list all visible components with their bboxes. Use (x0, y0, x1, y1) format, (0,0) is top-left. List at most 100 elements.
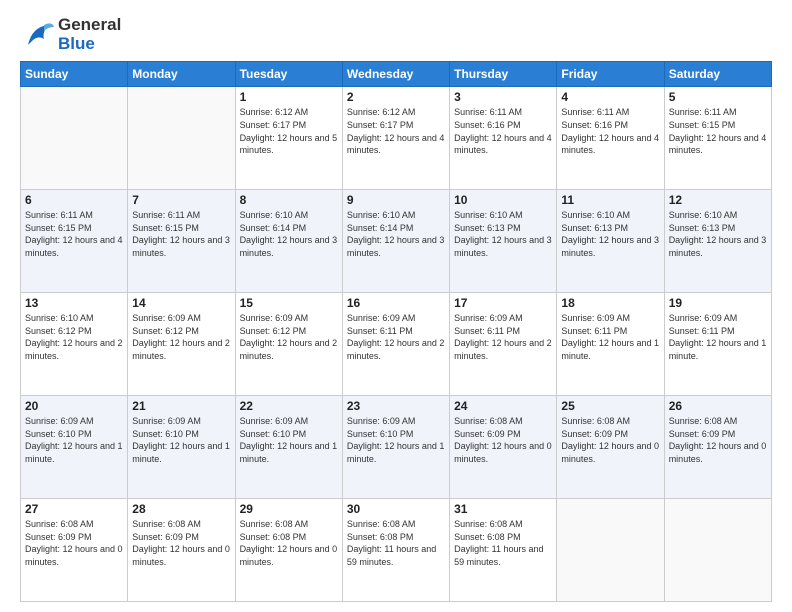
calendar-cell: 1Sunrise: 6:12 AMSunset: 6:17 PMDaylight… (235, 87, 342, 190)
day-info: Sunrise: 6:10 AMSunset: 6:14 PMDaylight:… (347, 209, 445, 259)
day-info: Sunrise: 6:09 AMSunset: 6:10 PMDaylight:… (25, 415, 123, 465)
day-number: 22 (240, 399, 338, 413)
calendar-cell: 22 Sunrise: 6:09 AMSunset: 6:10 PMDayligh… (235, 396, 342, 499)
calendar-cell: 18 Sunrise: 6:09 AMSunset: 6:11 PMDayligh… (557, 293, 664, 396)
calendar-cell: 12 Sunrise: 6:10 AMSunset: 6:13 PMDayligh… (664, 190, 771, 293)
day-info: Sunrise: 6:10 AMSunset: 6:13 PMDaylight:… (561, 209, 659, 259)
day-info: Sunrise: 6:09 AMSunset: 6:11 PMDaylight:… (347, 312, 445, 362)
day-info: Sunrise: 6:11 AMSunset: 6:15 PMDaylight:… (669, 106, 767, 156)
day-info: Sunrise: 6:11 AMSunset: 6:15 PMDaylight:… (132, 209, 230, 259)
day-info: Sunrise: 6:10 AMSunset: 6:12 PMDaylight:… (25, 312, 123, 362)
day-number: 5 (669, 90, 767, 104)
calendar-cell: 4 Sunrise: 6:11 AMSunset: 6:16 PMDaylight… (557, 87, 664, 190)
calendar-cell (557, 499, 664, 602)
calendar-cell: 14 Sunrise: 6:09 AMSunset: 6:12 PMDayligh… (128, 293, 235, 396)
week-row-1: 1Sunrise: 6:12 AMSunset: 6:17 PMDaylight… (21, 87, 772, 190)
day-info: Sunrise: 6:08 AMSunset: 6:09 PMDaylight:… (132, 518, 230, 568)
calendar-cell: 3 Sunrise: 6:11 AMSunset: 6:16 PMDaylight… (450, 87, 557, 190)
calendar-cell: 29Sunrise: 6:08 AMSunset: 6:08 PMDayligh… (235, 499, 342, 602)
day-number: 21 (132, 399, 230, 413)
calendar-cell: 8 Sunrise: 6:10 AMSunset: 6:14 PMDaylight… (235, 190, 342, 293)
calendar-cell: 15 Sunrise: 6:09 AMSunset: 6:12 PMDayligh… (235, 293, 342, 396)
day-number: 12 (669, 193, 767, 207)
logo-general-text: General (58, 16, 121, 35)
day-number: 30 (347, 502, 445, 516)
day-info: Sunrise: 6:09 AMSunset: 6:12 PMDaylight:… (132, 312, 230, 362)
calendar-cell (664, 499, 771, 602)
day-number: 20 (25, 399, 123, 413)
weekday-header-wednesday: Wednesday (342, 62, 449, 87)
calendar-cell: 28 Sunrise: 6:08 AMSunset: 6:09 PMDayligh… (128, 499, 235, 602)
day-info: Sunrise: 6:11 AMSunset: 6:15 PMDaylight:… (25, 209, 123, 259)
calendar-cell: 20 Sunrise: 6:09 AMSunset: 6:10 PMDayligh… (21, 396, 128, 499)
day-info: Sunrise: 6:09 AMSunset: 6:10 PMDaylight:… (347, 415, 445, 465)
day-info: Sunrise: 6:09 AMSunset: 6:12 PMDaylight:… (240, 312, 338, 362)
day-number: 25 (561, 399, 659, 413)
calendar-cell: 17 Sunrise: 6:09 AMSunset: 6:11 PMDayligh… (450, 293, 557, 396)
logo-bird-icon (20, 17, 56, 53)
weekday-header-thursday: Thursday (450, 62, 557, 87)
calendar-cell: 10Sunrise: 6:10 AMSunset: 6:13 PMDayligh… (450, 190, 557, 293)
calendar-cell: 2Sunrise: 6:12 AMSunset: 6:17 PMDaylight… (342, 87, 449, 190)
day-number: 19 (669, 296, 767, 310)
week-row-2: 6Sunrise: 6:11 AMSunset: 6:15 PMDaylight… (21, 190, 772, 293)
weekday-header-sunday: Sunday (21, 62, 128, 87)
day-info: Sunrise: 6:10 AMSunset: 6:13 PMDaylight:… (669, 209, 767, 259)
week-row-3: 13 Sunrise: 6:10 AMSunset: 6:12 PMDayligh… (21, 293, 772, 396)
day-number: 11 (561, 193, 659, 207)
calendar-cell: 30Sunrise: 6:08 AMSunset: 6:08 PMDayligh… (342, 499, 449, 602)
day-number: 23 (347, 399, 445, 413)
day-number: 13 (25, 296, 123, 310)
day-number: 7 (132, 193, 230, 207)
day-info: Sunrise: 6:08 AMSunset: 6:09 PMDaylight:… (561, 415, 659, 465)
day-info: Sunrise: 6:08 AMSunset: 6:08 PMDaylight:… (454, 518, 552, 568)
calendar-cell: 24Sunrise: 6:08 AMSunset: 6:09 PMDayligh… (450, 396, 557, 499)
calendar-cell: 25 Sunrise: 6:08 AMSunset: 6:09 PMDayligh… (557, 396, 664, 499)
day-info: Sunrise: 6:09 AMSunset: 6:11 PMDaylight:… (454, 312, 552, 362)
day-number: 29 (240, 502, 338, 516)
day-number: 31 (454, 502, 552, 516)
day-number: 15 (240, 296, 338, 310)
day-number: 17 (454, 296, 552, 310)
day-number: 4 (561, 90, 659, 104)
day-number: 14 (132, 296, 230, 310)
weekday-header-tuesday: Tuesday (235, 62, 342, 87)
day-number: 27 (25, 502, 123, 516)
header: General Blue (20, 16, 772, 53)
calendar-cell (21, 87, 128, 190)
day-number: 3 (454, 90, 552, 104)
day-number: 28 (132, 502, 230, 516)
day-info: Sunrise: 6:11 AMSunset: 6:16 PMDaylight:… (454, 106, 552, 156)
calendar-cell: 6Sunrise: 6:11 AMSunset: 6:15 PMDaylight… (21, 190, 128, 293)
day-info: Sunrise: 6:09 AMSunset: 6:10 PMDaylight:… (132, 415, 230, 465)
day-number: 10 (454, 193, 552, 207)
weekday-header-saturday: Saturday (664, 62, 771, 87)
day-number: 26 (669, 399, 767, 413)
calendar-cell: 19 Sunrise: 6:09 AMSunset: 6:11 PMDayligh… (664, 293, 771, 396)
day-number: 9 (347, 193, 445, 207)
day-info: Sunrise: 6:08 AMSunset: 6:09 PMDaylight:… (25, 518, 123, 568)
day-info: Sunrise: 6:10 AMSunset: 6:14 PMDaylight:… (240, 209, 338, 259)
calendar-cell: 31 Sunrise: 6:08 AMSunset: 6:08 PMDayligh… (450, 499, 557, 602)
day-info: Sunrise: 6:09 AMSunset: 6:11 PMDaylight:… (561, 312, 659, 362)
day-info: Sunrise: 6:09 AMSunset: 6:10 PMDaylight:… (240, 415, 338, 465)
day-info: Sunrise: 6:11 AMSunset: 6:16 PMDaylight:… (561, 106, 659, 156)
calendar-cell: 7 Sunrise: 6:11 AMSunset: 6:15 PMDaylight… (128, 190, 235, 293)
day-number: 2 (347, 90, 445, 104)
calendar-cell: 11 Sunrise: 6:10 AMSunset: 6:13 PMDayligh… (557, 190, 664, 293)
calendar-cell: 23 Sunrise: 6:09 AMSunset: 6:10 PMDayligh… (342, 396, 449, 499)
calendar-cell: 16 Sunrise: 6:09 AMSunset: 6:11 PMDayligh… (342, 293, 449, 396)
calendar-cell: 27 Sunrise: 6:08 AMSunset: 6:09 PMDayligh… (21, 499, 128, 602)
day-info: Sunrise: 6:08 AMSunset: 6:09 PMDaylight:… (669, 415, 767, 465)
day-number: 18 (561, 296, 659, 310)
calendar-cell (128, 87, 235, 190)
day-number: 16 (347, 296, 445, 310)
calendar-cell: 9 Sunrise: 6:10 AMSunset: 6:14 PMDaylight… (342, 190, 449, 293)
weekday-header-row: SundayMondayTuesdayWednesdayThursdayFrid… (21, 62, 772, 87)
page: General Blue SundayMondayTuesdayWednesda… (0, 0, 792, 612)
day-info: Sunrise: 6:09 AMSunset: 6:11 PMDaylight:… (669, 312, 767, 362)
calendar-table: SundayMondayTuesdayWednesdayThursdayFrid… (20, 61, 772, 602)
day-number: 8 (240, 193, 338, 207)
week-row-4: 20 Sunrise: 6:09 AMSunset: 6:10 PMDayligh… (21, 396, 772, 499)
logo: General Blue (20, 16, 121, 53)
